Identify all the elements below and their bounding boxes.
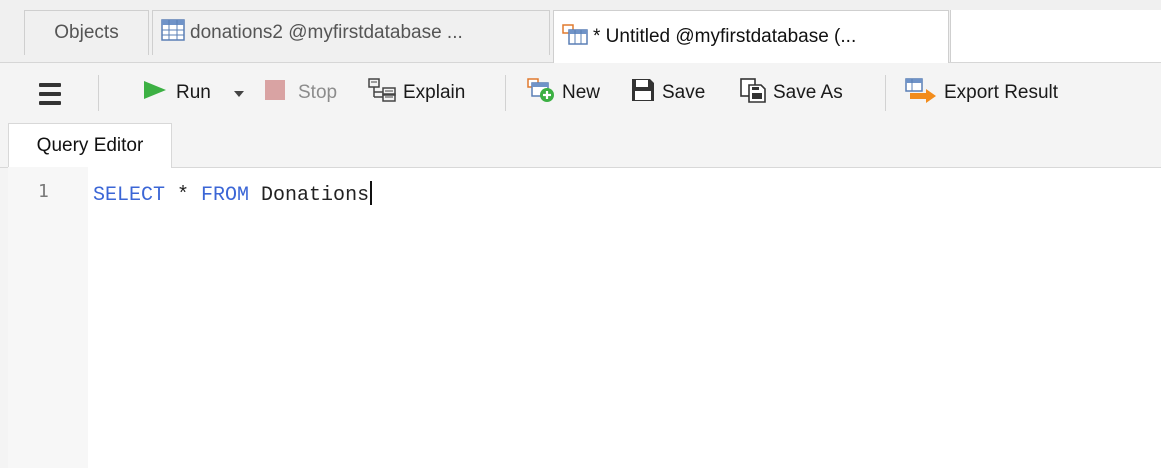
export-result-button[interactable]: Export Result	[904, 63, 1058, 123]
table-icon	[161, 19, 185, 47]
toolbar-separator	[98, 75, 99, 111]
keyword-select: SELECT	[93, 184, 166, 207]
save-icon	[630, 77, 656, 109]
stop-label: Stop	[298, 82, 338, 103]
explain-icon	[367, 77, 397, 109]
line-number-gutter	[8, 167, 88, 468]
query-icon	[562, 23, 588, 51]
tab-donations2[interactable]: donations2 @myfirstdatabase ...	[152, 10, 550, 55]
play-icon	[142, 79, 168, 107]
export-icon	[904, 77, 938, 109]
code-table-name: Donations	[249, 184, 370, 207]
new-label: New	[562, 82, 601, 103]
editor-left-edge	[0, 123, 8, 468]
run-dropdown[interactable]	[233, 63, 245, 123]
save-button[interactable]: Save	[630, 63, 705, 123]
keyword-from: FROM	[201, 184, 250, 207]
run-button[interactable]: Run	[142, 63, 211, 123]
tab-donations2-label: donations2 @myfirstdatabase ...	[190, 22, 463, 43]
explain-label: Explain	[403, 82, 466, 103]
caret-down-icon	[233, 82, 245, 104]
save-as-button[interactable]: Save As	[739, 63, 843, 123]
toolbar-separator	[505, 75, 506, 111]
code-editor[interactable]: SELECT * FROM Donations	[93, 181, 373, 207]
toolbar-separator	[885, 75, 886, 111]
tab-strip: Objects donations2 @myfirstdatabase ...	[0, 0, 1161, 63]
new-query-icon	[526, 77, 556, 109]
tab-objects[interactable]: Objects	[24, 10, 149, 55]
run-label: Run	[176, 82, 211, 103]
new-button[interactable]: New	[526, 63, 600, 123]
export-result-label: Export Result	[944, 82, 1059, 103]
tab-query-editor[interactable]: Query Editor	[8, 123, 172, 168]
tab-untitled-query[interactable]: * Untitled @myfirstdatabase (...	[553, 10, 949, 63]
explain-button[interactable]: Explain	[367, 63, 465, 123]
tab-strip-blank	[950, 10, 1161, 62]
stop-icon	[263, 78, 287, 108]
stop-button[interactable]: Stop	[263, 63, 337, 123]
save-as-icon	[739, 77, 767, 109]
tab-objects-label: Objects	[54, 22, 119, 43]
toolbar: Run Stop Explain New Save Save As Export…	[0, 63, 1161, 123]
text-cursor	[370, 181, 373, 205]
code-star: *	[165, 184, 202, 207]
tab-untitled-label: * Untitled @myfirstdatabase (...	[593, 26, 857, 47]
editor-tab-bar: Query Editor	[0, 123, 1161, 168]
save-label: Save	[662, 82, 706, 103]
query-editor-label: Query Editor	[36, 135, 144, 156]
line-number: 1	[38, 181, 49, 202]
save-as-label: Save As	[773, 82, 843, 103]
menu-icon[interactable]	[39, 83, 61, 105]
